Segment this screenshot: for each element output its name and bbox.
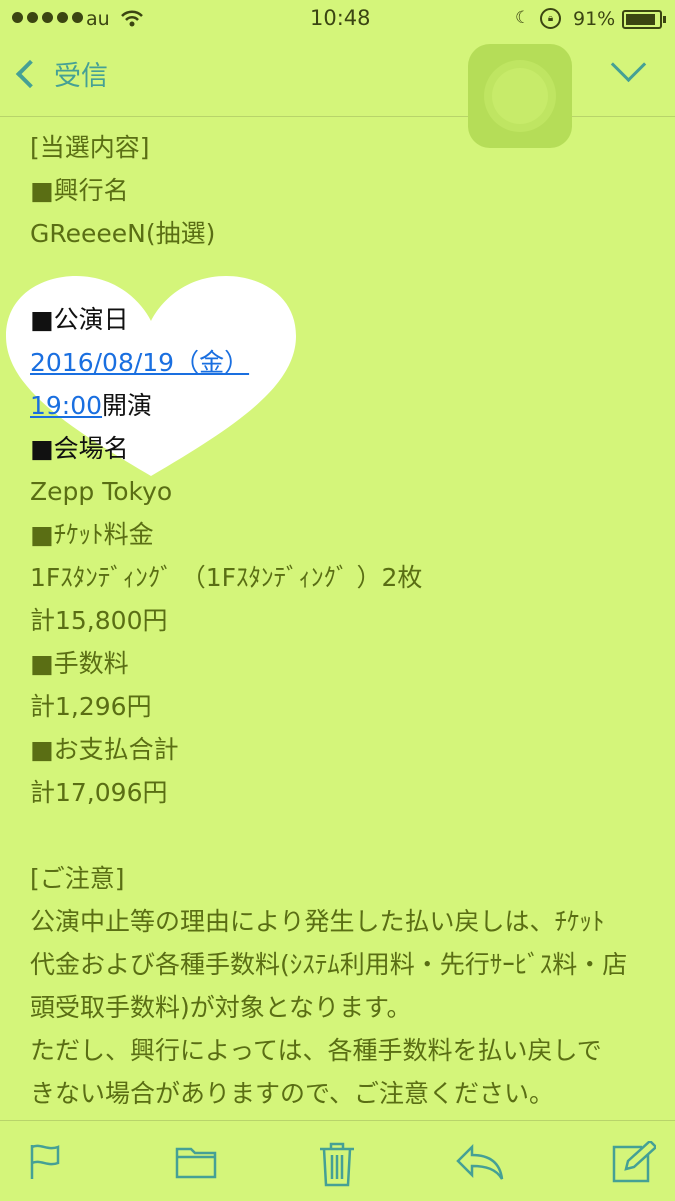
- trash-icon[interactable]: [318, 1141, 356, 1191]
- clock: 10:48: [310, 6, 371, 30]
- battery-percent: 91%: [573, 8, 616, 30]
- folder-icon[interactable]: [175, 1141, 217, 1185]
- ticket-total: 計15,800円: [30, 606, 168, 635]
- event-name-label: ■興行名: [30, 176, 129, 205]
- back-button[interactable]: 受信: [14, 54, 108, 93]
- notice-line-2: 代金および各種手数料(ｼｽﾃﾑ利用料・先行ｻｰﾋﾞｽ料・店: [30, 950, 628, 979]
- venue-value: Zepp Tokyo: [30, 477, 173, 506]
- venue-label: ■会場名: [30, 434, 129, 463]
- ticket-type: 1Fｽﾀﾝﾃﾞｨﾝｸﾞ （1Fｽﾀﾝﾃﾞｨﾝｸﾞ ）2枚: [30, 563, 423, 592]
- fee-label: ■手数料: [30, 649, 129, 678]
- moon-icon: ☾: [515, 8, 531, 28]
- chevron-left-icon: [15, 59, 45, 88]
- payment-total-label: ■お支払合計: [30, 735, 179, 764]
- notice-line-4: ただし、興行によっては、各種手数料を払い戻しで: [30, 1036, 602, 1065]
- event-name-value: GReeeeN(抽選): [30, 219, 216, 248]
- flag-icon[interactable]: [28, 1141, 62, 1185]
- next-message-button[interactable]: [610, 46, 647, 83]
- ticket-price-label: ■ﾁｹｯﾄ料金: [30, 520, 154, 549]
- status-bar: au 10:48 ☾ 🔒︎ 91%: [0, 0, 675, 40]
- carrier-label: au: [86, 8, 110, 30]
- performance-date-label: ■公演日: [30, 305, 129, 334]
- wifi-icon: [120, 8, 144, 33]
- time-suffix: 開演: [102, 391, 153, 420]
- compose-icon[interactable]: [612, 1139, 658, 1187]
- payment-total-value: 計17,096円: [30, 778, 168, 807]
- date-link[interactable]: 2016/08/19（金）: [30, 348, 249, 377]
- time-link[interactable]: 19:00: [30, 391, 102, 420]
- section-header-winning: [当選内容]: [30, 133, 150, 162]
- back-label: 受信: [54, 61, 108, 92]
- rotation-lock-icon: 🔒︎: [540, 8, 561, 29]
- fee-total: 計1,296円: [30, 692, 152, 721]
- notice-header: [ご注意]: [30, 864, 125, 893]
- nav-bar: 受信: [0, 40, 675, 148]
- reply-icon[interactable]: [456, 1141, 504, 1185]
- notice-line-3: 頭受取手数料)が対象となります。: [30, 993, 412, 1022]
- bottom-toolbar: [0, 1120, 675, 1201]
- notice-line-1: 公演中止等の理由により発生した払い戻しは、ﾁｹｯﾄ: [30, 907, 605, 936]
- notice-line-5: きない場合がありますので、ご注意ください。: [30, 1079, 555, 1108]
- mail-body: [当選内容] ■興行名 GReeeeN(抽選) ■公演日 2016/08/19（…: [30, 126, 650, 1115]
- signal-strength-icon: [12, 12, 83, 23]
- battery-icon: [622, 10, 666, 29]
